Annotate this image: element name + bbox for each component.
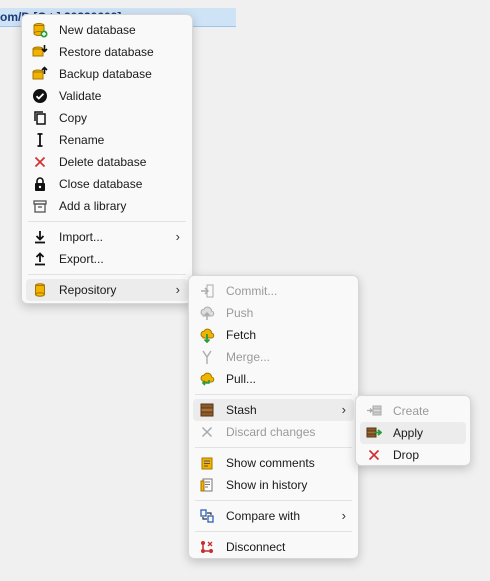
menu-item-delete-database[interactable]: Delete database [26,151,188,173]
menu-item-label: Copy [59,111,88,125]
archive-icon [32,198,48,214]
chevron-right-icon: › [341,402,346,417]
menu-item-label: Merge... [226,350,271,364]
menu-item-label: Close database [59,177,143,191]
menu-item-label: Import... [59,230,104,244]
menu-item-add-library[interactable]: Add a library [26,195,188,217]
text-cursor-icon [32,132,48,148]
menu-item-fetch[interactable]: Fetch [193,324,354,346]
menu-separator [195,531,352,532]
menu-item-stash[interactable]: Stash › [193,399,354,421]
close-icon [366,447,382,463]
menu-item-disconnect[interactable]: Disconnect [193,536,354,558]
history-icon [199,477,215,493]
menu-separator [28,274,186,275]
menu-item-discard-changes[interactable]: Discard changes [193,421,354,443]
comments-icon [199,455,215,471]
menu-separator [195,394,352,395]
import-icon [32,229,48,245]
close-icon [32,154,48,170]
menu-item-label: Delete database [59,155,147,169]
stash-icon [199,402,215,418]
repository-icon [32,282,48,298]
menu-item-label: Discard changes [226,425,316,439]
chevron-right-icon: › [175,229,180,244]
menu-item-merge[interactable]: Merge... [193,346,354,368]
menu-item-label: Validate [59,89,102,103]
database-add-icon [32,22,48,38]
commit-icon [199,283,215,299]
menu-item-label: Export... [59,252,104,266]
disconnect-icon [199,539,215,555]
menu-item-new-database[interactable]: New database [26,19,188,41]
menu-item-export[interactable]: Export... [26,248,188,270]
menu-item-label: Apply [393,426,424,440]
menu-item-import[interactable]: Import... › [26,226,188,248]
database-context-menu: New database Restore database Backup dat… [21,14,193,304]
menu-item-label: Backup database [59,67,152,81]
menu-item-label: New database [59,23,136,37]
close-icon [199,424,215,440]
menu-item-rename[interactable]: Rename [26,129,188,151]
menu-item-label: Commit... [226,284,278,298]
menu-item-label: Compare with [226,509,301,523]
menu-item-label: Pull... [226,372,257,386]
database-backup-icon [32,66,48,82]
pull-icon [199,371,215,387]
menu-item-label: Repository [59,283,117,297]
menu-item-label: Add a library [59,199,127,213]
menu-item-label: Fetch [226,328,257,342]
menu-item-stash-drop[interactable]: Drop [360,444,466,466]
menu-item-label: Create [393,404,430,418]
check-circle-icon [32,88,48,104]
menu-item-label: Restore database [59,45,154,59]
menu-item-stash-create[interactable]: Create [360,400,466,422]
menu-item-show-comments[interactable]: Show comments [193,452,354,474]
merge-icon [199,349,215,365]
export-icon [32,251,48,267]
menu-item-restore-database[interactable]: Restore database [26,41,188,63]
compare-icon [199,508,215,524]
copy-icon [32,110,48,126]
stash-submenu: Create Apply Drop [355,395,471,466]
menu-item-close-database[interactable]: Close database [26,173,188,195]
menu-item-show-in-history[interactable]: Show in history [193,474,354,496]
lock-icon [32,176,48,192]
menu-item-compare-with[interactable]: Compare with › [193,505,354,527]
menu-item-push[interactable]: Push [193,302,354,324]
menu-item-label: Disconnect [226,540,286,554]
menu-separator [195,500,352,501]
menu-item-pull[interactable]: Pull... [193,368,354,390]
stash-apply-icon [366,425,382,441]
menu-separator [195,447,352,448]
chevron-right-icon: › [175,282,180,297]
push-icon [199,305,215,321]
fetch-icon [199,327,215,343]
chevron-right-icon: › [341,508,346,523]
menu-item-stash-apply[interactable]: Apply [360,422,466,444]
menu-item-backup-database[interactable]: Backup database [26,63,188,85]
menu-item-label: Stash [226,403,257,417]
stash-create-icon [366,403,382,419]
menu-item-label: Show comments [226,456,315,470]
repository-submenu: Commit... Push Fetch Merge... Pull... St… [188,275,359,559]
menu-separator [28,221,186,222]
menu-item-commit[interactable]: Commit... [193,280,354,302]
menu-item-label: Rename [59,133,105,147]
menu-item-validate[interactable]: Validate [26,85,188,107]
menu-item-copy[interactable]: Copy [26,107,188,129]
menu-item-label: Show in history [226,478,308,492]
menu-item-label: Drop [393,448,420,462]
menu-item-label: Push [226,306,254,320]
database-restore-icon [32,44,48,60]
menu-item-repository[interactable]: Repository › [26,279,188,301]
